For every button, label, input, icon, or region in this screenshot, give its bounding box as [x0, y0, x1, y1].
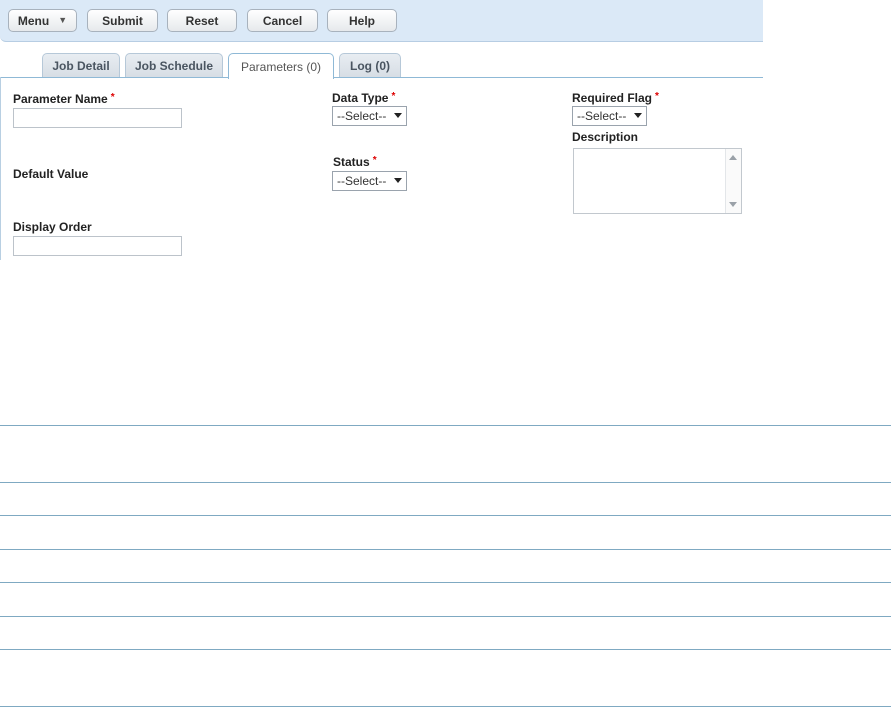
divider-line [0, 425, 891, 426]
tab-job-schedule[interactable]: Job Schedule [125, 53, 223, 78]
submit-button[interactable]: Submit [87, 9, 158, 32]
display-order-label: Display Order [13, 220, 92, 234]
panel-left-border [0, 77, 1, 260]
tab-parameters[interactable]: Parameters (0) [228, 53, 334, 79]
tab-log[interactable]: Log (0) [339, 53, 401, 78]
tab-panel-border [0, 77, 763, 78]
scroll-down-icon[interactable] [729, 202, 737, 207]
default-value-label: Default Value [13, 167, 89, 181]
divider-line [0, 616, 891, 617]
divider-line [0, 482, 891, 483]
status-select[interactable]: --Select-- [332, 171, 407, 191]
required-flag-select[interactable]: --Select-- [572, 106, 647, 126]
divider-line [0, 549, 891, 550]
data-type-select[interactable]: --Select-- [332, 106, 407, 126]
description-label: Description [572, 130, 639, 144]
data-type-select-value: --Select-- [337, 109, 387, 123]
divider-line [0, 706, 891, 707]
menu-button-label: Menu [17, 13, 50, 28]
menu-dropdown-icon: ▼ [58, 15, 68, 25]
required-marker: * [391, 91, 396, 102]
display-order-input[interactable] [13, 236, 182, 256]
status-select-value: --Select-- [337, 174, 387, 188]
required-marker: * [110, 92, 115, 103]
status-label-text: Status [333, 155, 370, 169]
required-flag-label: Required Flag * [572, 91, 659, 105]
divider-line [0, 515, 891, 516]
required-marker: * [372, 155, 377, 166]
parameter-name-label-text: Parameter Name [13, 92, 108, 106]
tab-job-detail[interactable]: Job Detail [42, 53, 120, 78]
data-type-label: Data Type * [332, 91, 395, 105]
dropdown-arrow-icon [394, 178, 402, 183]
required-marker: * [655, 91, 659, 102]
dropdown-arrow-icon [634, 113, 642, 118]
parameter-name-input[interactable] [13, 108, 182, 128]
status-label: Status * [333, 155, 377, 169]
parameter-name-label: Parameter Name * [13, 92, 115, 106]
help-button[interactable]: Help [327, 9, 397, 32]
menu-button[interactable]: Menu ▼ [8, 9, 77, 32]
required-flag-select-value: --Select-- [577, 109, 627, 123]
required-flag-label-text: Required Flag [572, 91, 653, 105]
toolbar: Menu ▼ Submit Reset Cancel Help [0, 0, 763, 42]
cancel-button[interactable]: Cancel [247, 9, 318, 32]
reset-button[interactable]: Reset [167, 9, 237, 32]
data-type-label-text: Data Type [332, 91, 389, 105]
description-textarea[interactable] [573, 148, 742, 214]
divider-line [0, 649, 891, 650]
divider-line [0, 582, 891, 583]
scroll-up-icon[interactable] [729, 155, 737, 160]
description-scrollbar[interactable] [725, 149, 741, 213]
dropdown-arrow-icon [394, 113, 402, 118]
